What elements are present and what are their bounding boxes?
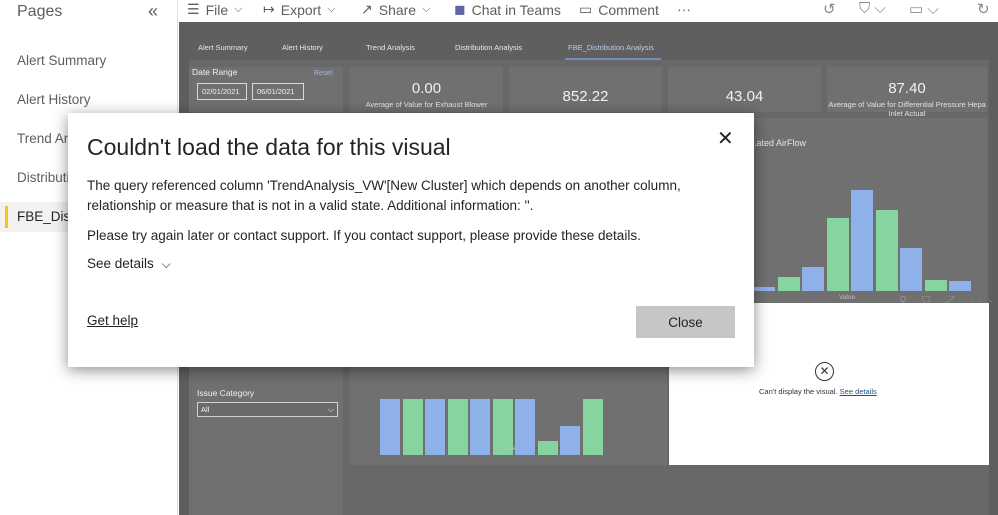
report-tab-alert-summary[interactable]: Alert Summary (198, 43, 248, 52)
more-label: ··· (677, 1, 691, 17)
dialog-support-message: Please try again later or contact suppor… (87, 228, 641, 243)
histogram-bar (515, 399, 535, 455)
error-visual-message: Can't display the visual. (759, 387, 838, 396)
file-icon: ☰ (187, 1, 200, 17)
chevron-down-icon: ⌵ (422, 3, 431, 15)
histogram-bar (753, 287, 775, 291)
histogram-bar (447, 399, 468, 455)
share-label: Share (378, 1, 417, 18)
error-close-circle-icon: ✕ (815, 362, 834, 381)
refresh-icon[interactable]: ↻ (977, 0, 990, 18)
histogram-bar (402, 399, 423, 455)
error-visual-see-details-link[interactable]: See details (840, 387, 877, 396)
get-help-link[interactable]: Get help (87, 313, 138, 328)
histogram-bar (470, 399, 490, 455)
issue-category-value: All (201, 405, 210, 414)
chevron-down-icon: ⌵ (161, 257, 171, 271)
share-icon: ↗ (361, 1, 373, 17)
view-icon[interactable]: ▭ ⌵ (909, 0, 939, 18)
issue-category-dropdown[interactable]: All ⌵ (197, 402, 338, 417)
kpi-value: 852.22 (562, 88, 609, 105)
histogram-bar (826, 218, 849, 291)
histogram-bar (851, 190, 873, 291)
histogram-bar (900, 248, 922, 291)
share-menu[interactable]: ↗ Share ⌵ (361, 1, 430, 18)
x-axis-label: Value (839, 294, 856, 301)
histogram-bar (875, 210, 898, 291)
kpi-label: Average of Value for Exhaust Blower (365, 100, 488, 109)
active-tab-underline (565, 58, 661, 60)
date-range-slicer: Date Range Reset 02/01/2021 06/01/2021 (189, 67, 343, 112)
histogram-bar (560, 426, 580, 455)
histogram-bar (537, 441, 558, 455)
report-tab-distribution-analysis[interactable]: Distribution Analysis (455, 43, 522, 52)
date-range-title: Date Range (192, 67, 238, 77)
report-tab-alert-history[interactable]: Alert History (282, 43, 323, 52)
kpi-card-3: 43.04 (668, 67, 821, 112)
date-start-input[interactable]: 02/01/2021 (197, 83, 247, 100)
see-details-label: See details (87, 256, 154, 271)
kpi-card-2: 852.22 (509, 67, 662, 112)
kpi-card-differential-pressure: 87.40 Average of Value for Differential … (827, 67, 987, 118)
collapse-pane-icon[interactable]: « (148, 1, 158, 22)
dialog-close-icon[interactable]: ✕ (717, 129, 734, 149)
chevron-down-icon: ⌵ (327, 3, 336, 15)
histogram-bar (777, 277, 800, 291)
airflow-chart-title: ...ated AirFlow (749, 138, 807, 148)
export-menu[interactable]: ↦ Export ⌵ (263, 1, 336, 18)
x-axis-label: Value (500, 445, 517, 452)
page-item-alert-summary[interactable]: Alert Summary (0, 46, 178, 76)
histogram-bar (425, 399, 445, 455)
issue-category-title: Issue Category (197, 388, 255, 398)
histogram-bar (380, 399, 400, 455)
kpi-value: 87.40 (888, 80, 926, 97)
histogram-bar (949, 281, 971, 291)
close-button[interactable]: Close (636, 306, 735, 338)
file-label: File (205, 1, 229, 18)
toolbar: ☰ File ⌵ ↦ Export ⌵ ↗ Share ⌵ ◼ Chat in … (179, 0, 998, 22)
kpi-value: 0.00 (411, 80, 442, 97)
export-label: Export (280, 1, 322, 18)
dialog-title: Couldn't load the data for this visual (87, 134, 451, 160)
chevron-down-icon: ⌵ (234, 3, 243, 15)
histogram-bar (924, 280, 947, 291)
kpi-card-exhaust-blower: 0.00 Average of Value for Exhaust Blower (350, 67, 503, 112)
report-tab-fbe-distribution-analysis[interactable]: FBE_Distribution Analysis (568, 43, 654, 52)
file-menu[interactable]: ☰ File ⌵ (187, 1, 242, 18)
histogram-bar (582, 399, 603, 455)
bookmark-icon[interactable]: ⛉ ⌵ (859, 0, 886, 17)
more-options-button[interactable]: ··· (677, 1, 691, 17)
date-range-reset[interactable]: Reset (314, 70, 332, 77)
kpi-label: Average of Value for Differential Pressu… (828, 100, 986, 118)
error-dialog: Couldn't load the data for this visual ✕… (68, 113, 754, 367)
pages-title: Pages (17, 3, 63, 20)
chat-in-teams-button[interactable]: ◼ Chat in Teams (454, 1, 561, 18)
kpi-value: 43.04 (725, 88, 764, 105)
teams-icon: ◼ (454, 1, 466, 17)
airflow-histogram: ...ated AirFlow Value ⚲ ⛉ ⤢ ··· (749, 118, 992, 307)
teams-label: Chat in Teams (471, 1, 561, 18)
reset-icon[interactable]: ↺ (823, 0, 836, 18)
comment-icon: ▭ (579, 1, 593, 17)
see-details-toggle[interactable]: See details ⌵ (87, 256, 171, 272)
error-visual-text: Can't display the visual. See details (759, 387, 877, 396)
dialog-message: The query referenced column 'TrendAnalys… (87, 178, 681, 213)
chevron-down-icon: ⌵ (327, 405, 334, 414)
comment-label: Comment (598, 1, 659, 18)
date-end-input[interactable]: 06/01/2021 (252, 83, 304, 100)
comment-button[interactable]: ▭ Comment (579, 1, 659, 18)
report-tab-trend-analysis[interactable]: Trend Analysis (366, 43, 415, 52)
report-tabs: Alert Summary Alert History Trend Analys… (189, 32, 989, 60)
page-item-alert-history[interactable]: Alert History (0, 85, 178, 115)
export-icon: ↦ (263, 1, 275, 17)
histogram-bar (802, 267, 824, 291)
